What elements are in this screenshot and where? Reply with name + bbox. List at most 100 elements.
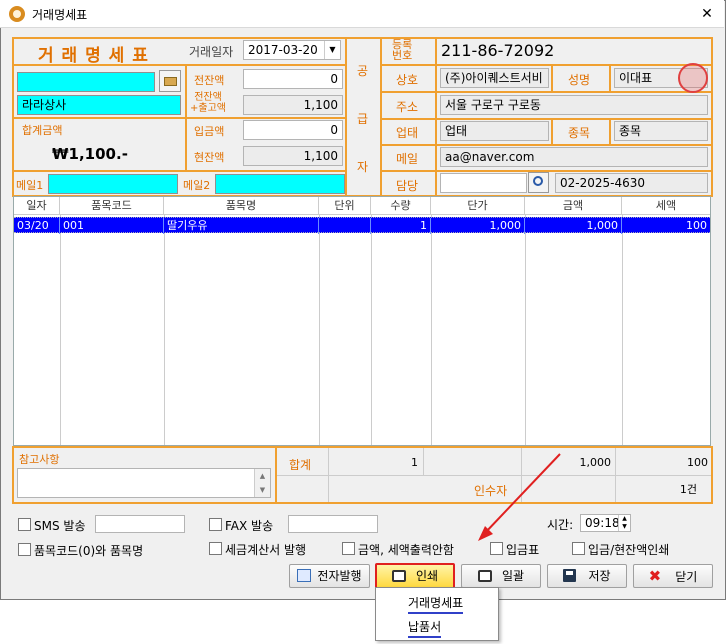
col-header-date[interactable]: 일자 xyxy=(14,197,60,215)
sms-checkbox[interactable] xyxy=(18,518,31,531)
spinner-arrows-icon[interactable]: ▲ ▼ xyxy=(618,515,630,531)
code-name-label: 품목코드(0)와 품목명 xyxy=(34,544,144,558)
no-amount-label: 금액, 세액출력안함 xyxy=(358,543,454,557)
save-icon xyxy=(563,569,577,582)
customer-name-field[interactable]: 라라상사 xyxy=(17,95,181,115)
deposit-balance-checkbox[interactable] xyxy=(572,542,585,555)
paid-amount-field[interactable]: 0 xyxy=(243,120,343,140)
menu-item-statement[interactable]: 거래명세표 xyxy=(408,594,464,614)
save-label: 저장 xyxy=(588,569,611,583)
deposit-balance-label: 입금/현잔액인쇄 xyxy=(588,543,670,557)
fax-label: FAX 발송 xyxy=(225,519,274,533)
grid-line xyxy=(615,448,616,502)
col-header-qty[interactable]: 수량 xyxy=(371,197,431,215)
close-icon: ✖ xyxy=(648,567,662,585)
no-amount-checkbox[interactable] xyxy=(342,542,355,555)
memo-label: 참고사항 xyxy=(19,453,60,466)
print-button[interactable]: 인쇄 xyxy=(375,563,455,589)
window-close-button[interactable]: ✕ xyxy=(697,5,717,23)
menu-item-delivery[interactable]: 납품서 xyxy=(408,618,442,638)
form-title: 거 래 명 세 표 xyxy=(38,46,149,66)
company-field: (주)아이퀘스트서비 xyxy=(440,68,549,88)
col-header-unit[interactable]: 단위 xyxy=(319,197,371,215)
manager-search-button[interactable] xyxy=(528,172,549,193)
memo-textarea[interactable]: ▲ ▼ xyxy=(17,468,271,498)
fax-checkbox[interactable] xyxy=(209,518,222,531)
col-header-amount[interactable]: 금액 xyxy=(525,197,622,215)
batch-button[interactable]: 일괄 xyxy=(461,564,541,588)
manager-label: 담당 xyxy=(396,179,419,193)
save-button[interactable]: 저장 xyxy=(547,564,627,588)
divider xyxy=(609,64,611,91)
grid-line xyxy=(60,215,61,445)
tax-invoice-checkbox[interactable] xyxy=(209,542,222,555)
reg-number-label: 등록 번호 xyxy=(392,39,412,61)
col-header-name[interactable]: 품목명 xyxy=(164,197,319,215)
sum-label: 합계 xyxy=(289,458,312,472)
title-bar: 거래명세표 ✕ xyxy=(0,0,724,28)
folder-search-button[interactable] xyxy=(159,70,181,92)
supplier-char-3: 자 xyxy=(357,160,369,174)
sum-tax: 100 xyxy=(687,456,708,469)
col-header-code[interactable]: 품목코드 xyxy=(60,197,164,215)
prev-balance-field[interactable]: 0 xyxy=(243,69,343,89)
supplier-char-2: 급 xyxy=(357,112,369,126)
reg-number-value: 211-86-72092 xyxy=(441,41,555,60)
fax-field[interactable] xyxy=(288,515,378,533)
close-button[interactable]: ✖ 닫기 xyxy=(633,564,713,588)
grid-line xyxy=(431,215,432,445)
total-amount-value: ₩1,100.- xyxy=(52,145,128,163)
count-value: 1건 xyxy=(679,483,697,496)
time-spinner[interactable]: 09:18 ▲ ▼ xyxy=(580,514,631,532)
print-label: 인쇄 xyxy=(415,569,439,583)
divider xyxy=(551,64,553,91)
col-header-price[interactable]: 단가 xyxy=(431,197,525,215)
search-icon xyxy=(533,176,543,186)
grid-line xyxy=(371,215,372,445)
address-field: 서울 구로구 구로동 xyxy=(440,95,708,115)
edoc-button[interactable]: 전자발행 xyxy=(289,564,370,588)
customer-code-field[interactable] xyxy=(17,72,155,92)
sms-field[interactable] xyxy=(95,515,185,533)
date-picker[interactable]: 2017-03-20 ▼ xyxy=(243,40,341,60)
printer-icon xyxy=(391,570,406,582)
batch-label: 일괄 xyxy=(501,569,525,583)
window-title: 거래명세표 xyxy=(32,8,88,22)
supplier-char-1: 공 xyxy=(357,64,369,78)
divider xyxy=(345,37,347,197)
mail2-label: 메일2 xyxy=(183,179,211,192)
biz-item-label: 종목 xyxy=(568,126,591,140)
mail2-field[interactable] xyxy=(215,174,345,194)
table-row[interactable]: 03/20 001 딸기우유 1 1,000 1,000 100 xyxy=(14,217,710,234)
divider xyxy=(380,91,713,93)
scrollbar[interactable]: ▲ ▼ xyxy=(254,469,270,497)
cell-code: 001 xyxy=(60,218,164,234)
cell-name: 딸기우유 xyxy=(164,218,319,234)
annotation-arrow xyxy=(478,453,561,541)
chevron-down-icon[interactable]: ▼ xyxy=(324,41,340,59)
deposit-checkbox[interactable] xyxy=(490,542,503,555)
grid-line xyxy=(328,448,329,502)
printer-icon xyxy=(477,570,492,582)
cell-price: 1,000 xyxy=(431,218,525,234)
code-name-checkbox[interactable] xyxy=(18,543,31,556)
phone-field: 02-2025-4630 xyxy=(555,173,708,193)
divider xyxy=(551,118,553,144)
cell-tax: 100 xyxy=(686,219,707,232)
mail1-field[interactable] xyxy=(48,174,178,194)
divider xyxy=(380,118,713,120)
company-label: 상호 xyxy=(396,73,419,87)
col-header-tax[interactable]: 세액 xyxy=(622,197,710,215)
grid-line xyxy=(622,215,623,445)
biz-type-field: 업태 xyxy=(440,121,549,141)
divider xyxy=(185,64,187,170)
items-grid[interactable]: 일자 품목코드 품목명 단위 수량 단가 금액 세액 03/20 001 딸기우… xyxy=(13,196,711,446)
manager-field[interactable] xyxy=(440,173,527,193)
sum-qty: 1 xyxy=(411,456,418,469)
date-label: 거래일자 xyxy=(189,45,234,59)
current-balance-label: 현잔액 xyxy=(194,151,225,164)
divider xyxy=(380,37,382,197)
deposit-label: 입금표 xyxy=(506,543,540,557)
reg-label-2: 번호 xyxy=(392,49,413,62)
email-field: aa@naver.com xyxy=(440,147,708,167)
